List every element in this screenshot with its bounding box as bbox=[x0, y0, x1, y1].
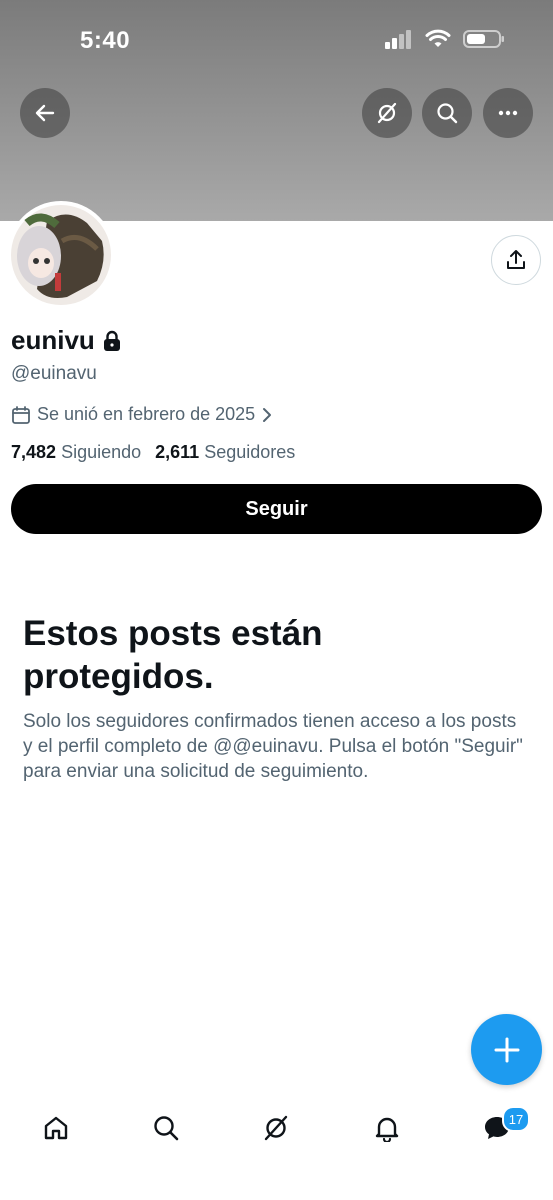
profile-handle: @euinavu bbox=[11, 363, 97, 384]
search-icon bbox=[154, 1116, 179, 1141]
arrow-left-icon bbox=[35, 104, 55, 122]
following-count: 7,482 bbox=[11, 442, 57, 462]
more-icon bbox=[498, 110, 518, 116]
battery-icon bbox=[463, 30, 504, 48]
bell-icon bbox=[375, 1117, 399, 1142]
profile-name: eunivu bbox=[11, 325, 95, 355]
tab-notifications[interactable] bbox=[362, 1100, 412, 1156]
joined-text: Se unió en febrero de 2025 bbox=[37, 404, 256, 424]
signal-icon bbox=[385, 30, 411, 49]
share-button[interactable] bbox=[491, 235, 541, 285]
grok-icon bbox=[264, 1115, 288, 1141]
tab-home[interactable] bbox=[31, 1100, 81, 1156]
plus-icon bbox=[494, 1037, 519, 1062]
grok-button[interactable] bbox=[362, 88, 412, 138]
followers-label: Seguidores bbox=[204, 442, 296, 462]
joined-date[interactable]: Se unió en febrero de 2025 bbox=[11, 404, 273, 425]
compose-button[interactable] bbox=[471, 1014, 542, 1085]
home-icon bbox=[44, 1116, 68, 1140]
calendar-icon bbox=[12, 405, 30, 424]
followers-link[interactable]: 2,611 Seguidores bbox=[155, 442, 295, 463]
tab-grok[interactable] bbox=[251, 1100, 301, 1156]
following-link[interactable]: 7,482 Siguiendo bbox=[11, 442, 141, 463]
search-icon bbox=[437, 103, 458, 124]
back-button[interactable] bbox=[20, 88, 70, 138]
protected-body: Solo los seguidores confirmados tienen a… bbox=[23, 711, 523, 782]
follow-button[interactable]: Seguir bbox=[11, 484, 542, 534]
protected-title: Estos posts están protegidos. bbox=[23, 614, 323, 696]
tab-search[interactable] bbox=[141, 1100, 191, 1156]
followers-count: 2,611 bbox=[155, 442, 200, 462]
messages-badge: 17 bbox=[502, 1106, 530, 1132]
wifi-icon bbox=[425, 29, 451, 47]
more-button[interactable] bbox=[483, 88, 533, 138]
grok-icon bbox=[377, 102, 397, 124]
lock-icon bbox=[103, 330, 120, 351]
status-icons bbox=[385, 29, 505, 49]
status-time: 5:40 bbox=[80, 27, 131, 54]
following-label: Siguiendo bbox=[61, 442, 142, 462]
chevron-right-icon bbox=[263, 407, 272, 422]
profile-name-row: eunivu bbox=[11, 325, 121, 356]
bottom-tab-bar bbox=[0, 1100, 553, 1156]
search-button[interactable] bbox=[422, 88, 472, 138]
follow-stats: 7,482 Siguiendo 2,611 Seguidores bbox=[11, 442, 295, 463]
share-icon bbox=[507, 250, 525, 269]
avatar[interactable] bbox=[7, 201, 115, 309]
avatar-image bbox=[11, 205, 111, 305]
